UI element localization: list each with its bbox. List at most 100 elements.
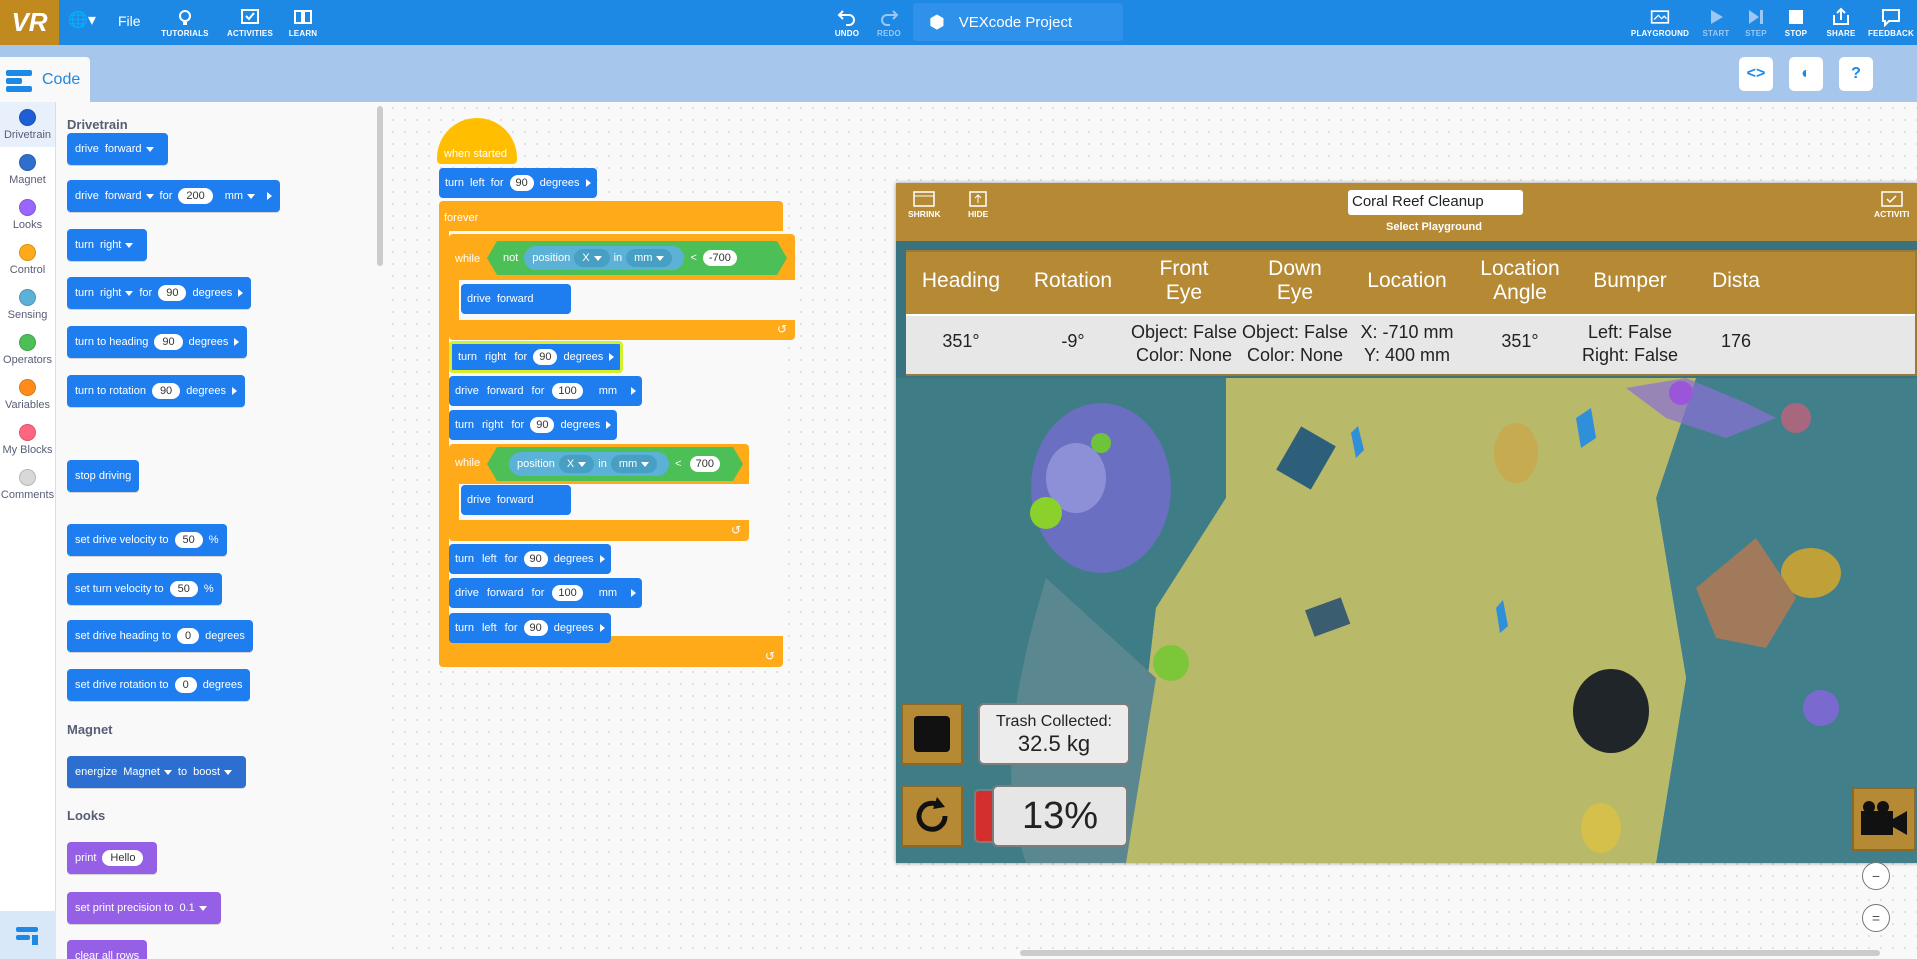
expand-arrow-icon[interactable] [631,387,637,395]
unit-dropdown[interactable]: mm [225,190,255,202]
expand-arrow-icon[interactable] [267,192,273,200]
set-drive-velocity-block[interactable]: set drive velocity to 50% [67,524,227,556]
drive-for-block[interactable]: drive forward for 200 mm [67,180,281,212]
direction-dropdown[interactable]: right [482,419,503,431]
drive-forward-block-2[interactable]: drive forward [461,485,571,515]
direction-dropdown[interactable]: right [100,239,133,251]
expand-arrow-icon[interactable] [585,179,591,187]
category-variables[interactable]: Variables [0,372,55,417]
reset-zoom-button[interactable]: = [1862,904,1890,932]
drive-forward-for-block[interactable]: drive forward for 100 mm [449,376,643,406]
reset-button[interactable] [901,785,963,847]
axis-dropdown[interactable]: X [574,249,609,267]
clear-all-rows-block[interactable]: clear all rows [67,940,148,959]
turn-block[interactable]: turn right [67,229,148,261]
unit-dropdown[interactable]: mm [599,587,617,599]
angle-input[interactable]: 90 [509,175,534,191]
print-input[interactable]: Hello [102,850,144,866]
position-reporter[interactable]: position Xin mm [524,246,684,270]
distance-input[interactable]: 100 [552,383,583,399]
direction-dropdown[interactable]: left [470,177,485,189]
drive-forward-block[interactable]: drive forward [461,284,571,314]
mode-dropdown[interactable]: boost [193,766,232,778]
category-looks[interactable]: Looks [0,192,55,237]
zoom-out-button[interactable]: − [1862,862,1890,890]
category-magnet[interactable]: Magnet [0,147,55,192]
step-button[interactable]: STEP [1740,0,1772,45]
activities-panel-button[interactable]: ACTIVITI [1874,191,1909,219]
expand-arrow-icon[interactable] [599,624,605,632]
drive-block[interactable]: drive forward [67,133,168,165]
stop-simulation-button[interactable] [901,703,963,765]
code-viewer-button[interactable]: <> [1739,57,1773,91]
direction-dropdown[interactable]: left [482,622,497,634]
shrink-button[interactable]: SHRINK [908,191,941,219]
turn-to-heading-block[interactable]: turn to heading 90 degrees [67,326,248,358]
turn-right-block-2[interactable]: turn right for 90 degrees [449,410,618,440]
angle-input[interactable]: 90 [523,620,548,636]
direction-dropdown[interactable]: forward [105,190,154,202]
tutorials-button[interactable]: TUTORIALS [160,0,210,45]
learn-button[interactable]: LEARN [285,0,321,45]
turn-right-block[interactable]: turn right for 90 degrees [449,341,624,373]
category-comments[interactable]: Comments [0,462,55,507]
axis-dropdown[interactable]: X [559,455,594,473]
workspace-horizontal-scrollbar[interactable] [1020,950,1880,956]
set-drive-heading-block[interactable]: set drive heading to 0 degrees [67,620,253,652]
direction-dropdown[interactable]: forward [497,494,534,506]
direction-dropdown[interactable]: right [485,351,506,363]
not-operator-block[interactable]: not position Xin mm < -700 [487,241,787,275]
turn-to-rotation-block[interactable]: turn to rotation 90 degrees [67,375,245,407]
share-button[interactable]: SHARE [1825,0,1857,45]
value-input[interactable]: -700 [703,250,737,266]
turn-for-block[interactable]: turn right for 90 degrees [67,277,252,309]
energize-magnet-block[interactable]: energize Magnet to boost [67,756,247,788]
value-input[interactable]: 700 [690,456,720,472]
hide-button[interactable]: HIDE [968,191,988,219]
direction-dropdown[interactable]: forward [487,587,524,599]
angle-input[interactable]: 90 [533,349,558,365]
set-turn-velocity-block[interactable]: set turn velocity to 50% [67,573,222,605]
rotation-input[interactable]: 0 [174,677,197,693]
project-name-field[interactable]: ⬢ VEXcode Project [913,3,1123,41]
category-my-blocks[interactable]: My Blocks [0,417,55,462]
start-button[interactable]: START [1700,0,1732,45]
monitor-button[interactable]: ◐ [1789,57,1823,91]
heading-input[interactable]: 0 [177,628,200,644]
angle-input[interactable]: 90 [158,285,187,301]
category-drivetrain[interactable]: Drivetrain [0,102,55,147]
direction-dropdown[interactable]: forward [487,385,524,397]
activities-button[interactable]: ACTIVITIES [222,0,278,45]
set-print-precision-block[interactable]: set print precision to 0.1 [67,892,221,924]
velocity-input[interactable]: 50 [169,581,198,597]
unit-dropdown[interactable]: mm [599,385,617,397]
angle-input[interactable]: 90 [523,551,548,567]
expand-arrow-icon[interactable] [231,387,237,395]
globe-language-icon[interactable]: 🌐▾ [68,10,96,30]
stop-driving-block[interactable]: stop driving [67,460,140,492]
select-playground-link[interactable]: Select Playground [1386,221,1482,233]
velocity-input[interactable]: 50 [174,532,203,548]
redo-button[interactable]: REDO [874,0,904,45]
expand-arrow-icon[interactable] [238,289,244,297]
file-menu[interactable]: File [118,13,141,29]
expand-arrow-icon[interactable] [609,353,615,361]
expand-arrow-icon[interactable] [606,421,612,429]
set-drive-rotation-block[interactable]: set drive rotation to 0 degrees [67,669,251,701]
magnet-dropdown[interactable]: Magnet [123,766,172,778]
undo-button[interactable]: UNDO [832,0,862,45]
position-reporter[interactable]: position Xin mm [509,452,669,476]
category-sensing[interactable]: Sensing [0,282,55,327]
turn-left-block-3[interactable]: turn left for 90 degrees [449,613,611,643]
playground-button[interactable]: PLAYGROUND [1630,0,1690,45]
unit-dropdown[interactable]: mm [626,249,672,267]
stop-button[interactable]: STOP [1780,0,1812,45]
expand-arrow-icon[interactable] [631,589,637,597]
camera-view-button[interactable] [1852,787,1916,851]
help-button[interactable]: ? [1839,57,1873,91]
angle-input[interactable]: 90 [530,417,555,433]
direction-dropdown[interactable]: left [482,553,497,565]
code-tab[interactable]: Code [0,57,90,102]
direction-dropdown[interactable]: forward [497,293,534,305]
compare-operator-block[interactable]: position Xin mm < 700 [487,447,743,481]
